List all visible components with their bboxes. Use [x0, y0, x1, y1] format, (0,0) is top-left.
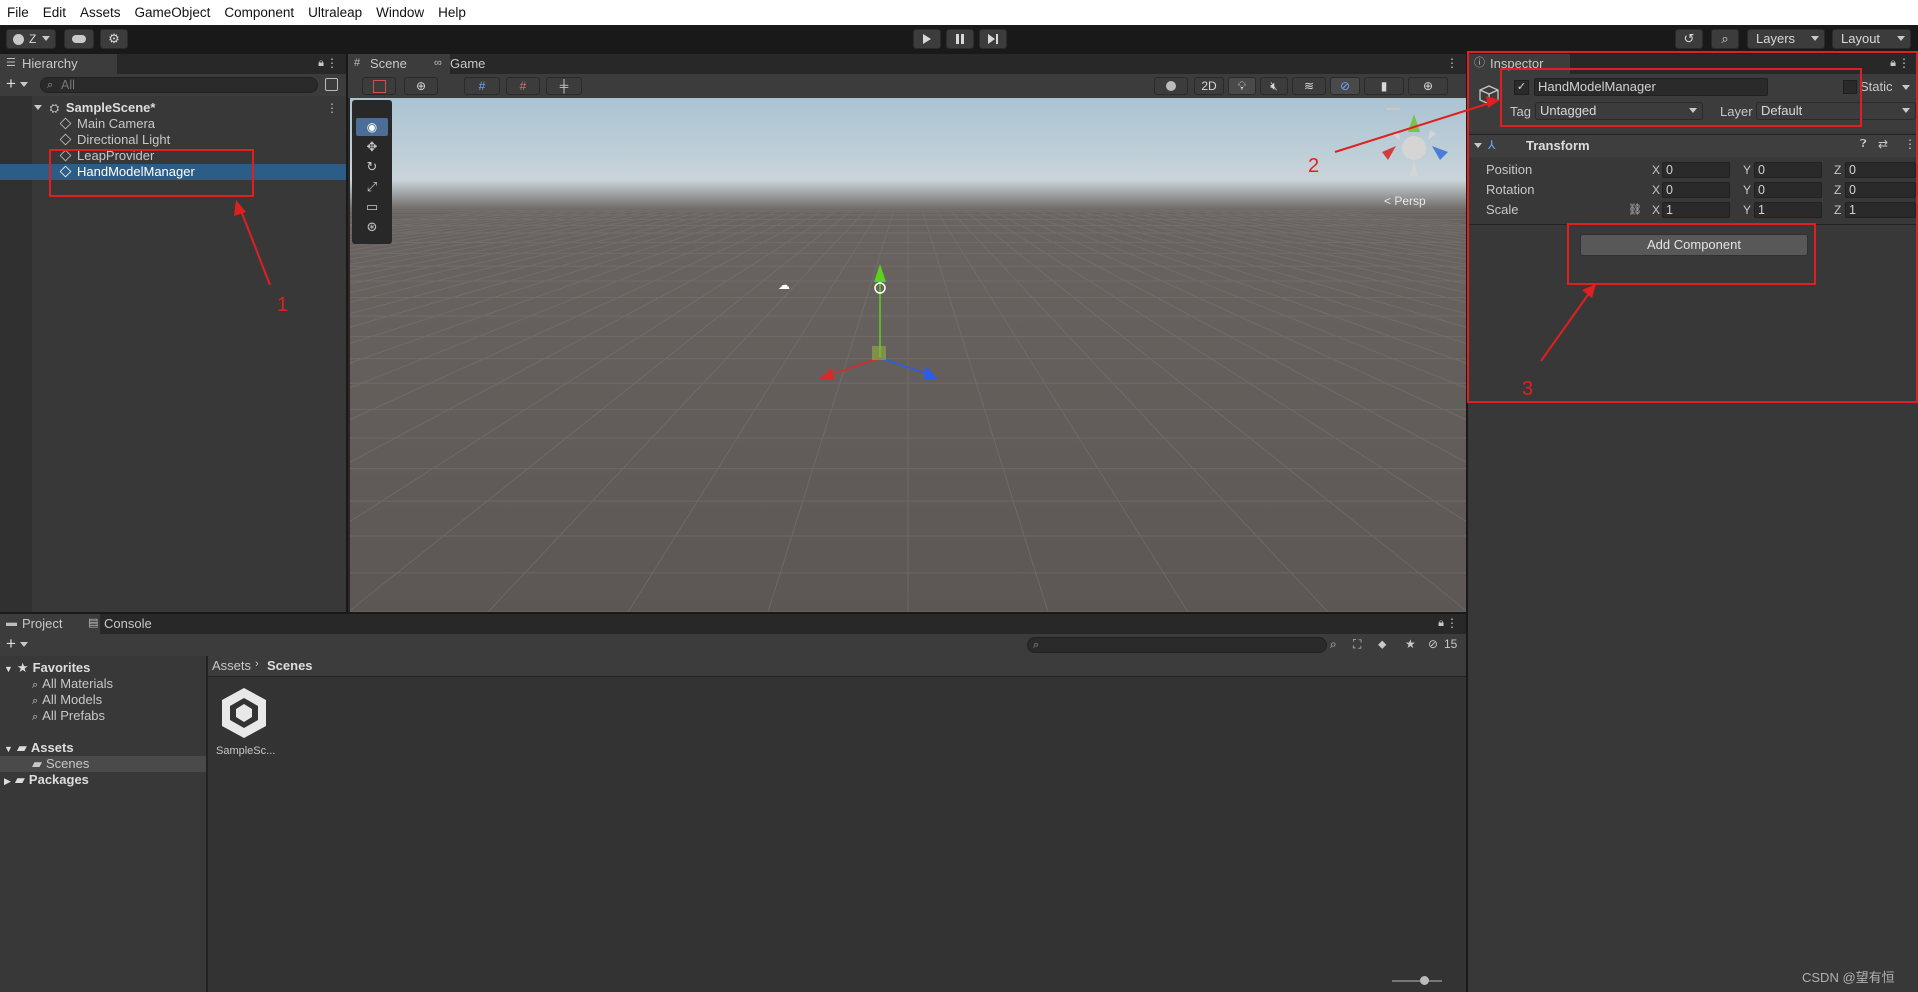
- annotation-box-3: [1567, 223, 1816, 285]
- annotation-2: 2: [1308, 155, 1320, 177]
- annotation-1: 1: [277, 294, 289, 316]
- annotation-box-2: [1500, 68, 1862, 127]
- watermark: CSDN @望有恒: [1802, 970, 1895, 985]
